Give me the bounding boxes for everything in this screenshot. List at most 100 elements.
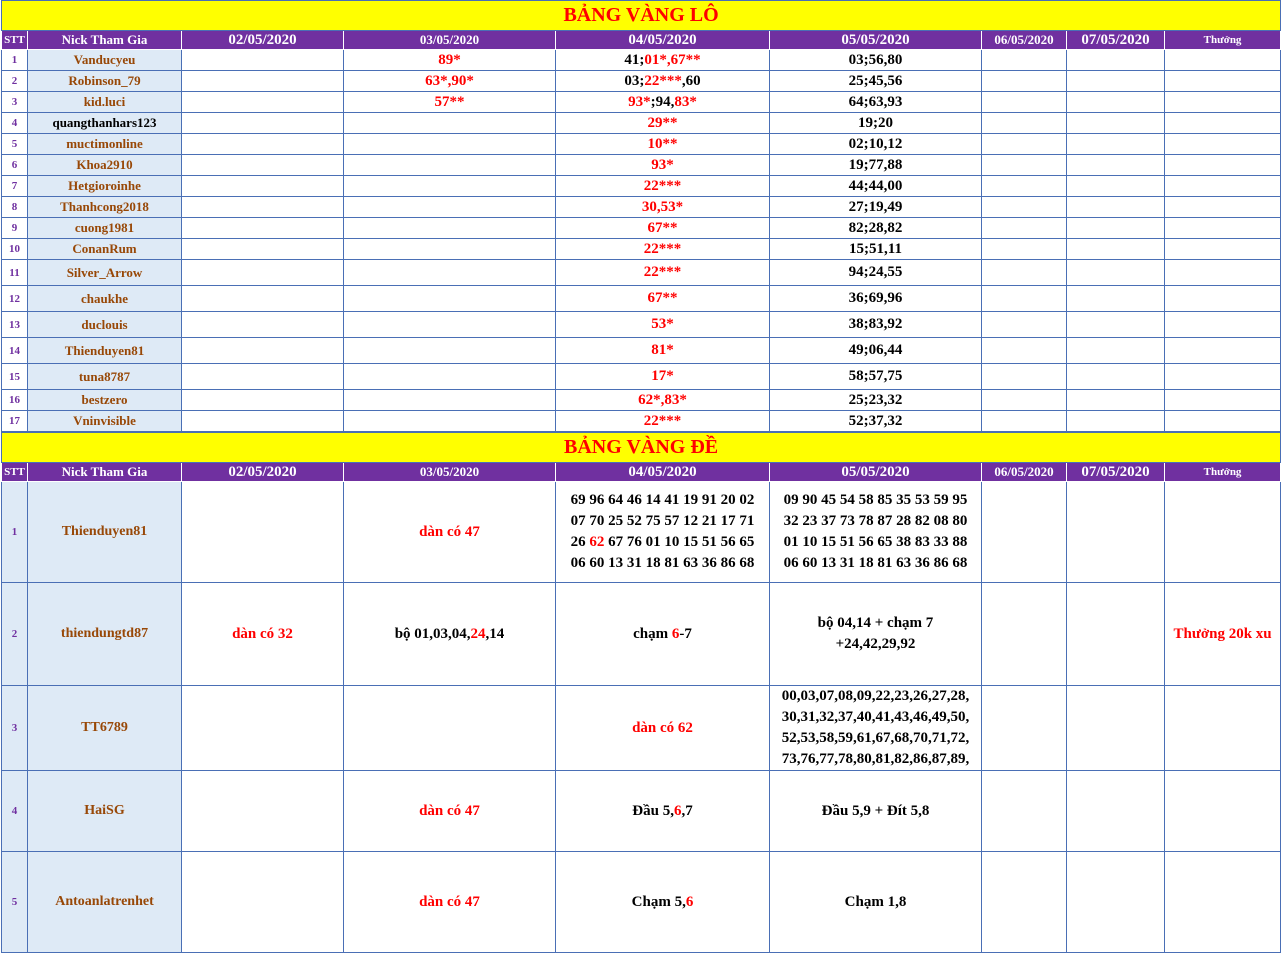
cell-0705 <box>1066 91 1165 113</box>
cell-text: 19;20 <box>858 114 893 131</box>
cell-0305 <box>343 311 556 338</box>
header-thuong: Thưởng <box>1163 30 1281 50</box>
table-row: 4 quangthanhars123 29** 19;20 <box>1 112 1281 134</box>
cell-0305 <box>343 112 556 134</box>
cell-text: 09 90 45 54 58 85 35 53 59 95 <box>783 492 968 508</box>
row-stt: 5 <box>1 133 28 155</box>
cell-text: 06 60 13 31 18 81 63 36 86 68 <box>570 555 755 571</box>
cell-text: 06 60 13 31 18 81 63 36 86 68 <box>783 555 968 571</box>
cell-0205 <box>181 154 344 176</box>
header-date: 04/05/2020 <box>555 30 770 50</box>
cell-0605 <box>981 389 1067 411</box>
cell-0305: dàn có 47 <box>343 851 556 953</box>
table-row: 17 Vninvisible 22*** 52;37,32 <box>1 410 1281 432</box>
cell-0305 <box>343 154 556 176</box>
cell-text: dàn có 32 <box>232 625 293 642</box>
cell-text: 69 96 64 46 14 41 19 91 20 02 <box>570 492 755 508</box>
header-date: 02/05/2020 <box>181 462 344 482</box>
cell-text: 24 <box>470 625 486 642</box>
cell-text: 30,31,32,37,40,41,43,46,49,50, <box>781 709 970 725</box>
cell-thuong <box>1163 259 1281 286</box>
cell-text: dàn có 47 <box>419 523 480 540</box>
cell-0405: 67** <box>555 217 770 239</box>
cell-thuong <box>1163 196 1281 218</box>
row-nick: Khoa2910 <box>27 154 182 176</box>
cell-text: bộ 01,03,04, <box>394 625 471 642</box>
cell-0305 <box>343 410 556 432</box>
cell-thuong <box>1163 154 1281 176</box>
cell-text: 67 76 01 10 15 51 56 65 <box>604 534 755 550</box>
cell-text: 22*** <box>643 412 682 429</box>
cell-0205 <box>181 259 344 286</box>
cell-0605 <box>981 133 1067 155</box>
cell-0605 <box>981 582 1067 686</box>
cell-0305 <box>343 389 556 411</box>
cell-0405: 22*** <box>555 175 770 197</box>
cell-0205 <box>181 112 344 134</box>
lo-table: BẢNG VÀNG LÔ STT Nick Tham Gia 02/05/202… <box>0 0 1281 432</box>
cell-0305: 57** <box>343 91 556 113</box>
cell-thuong <box>1163 481 1281 583</box>
cell-thuong <box>1163 175 1281 197</box>
cell-0205 <box>181 175 344 197</box>
cell-0305 <box>343 238 556 260</box>
cell-0205 <box>181 238 344 260</box>
cell-0205 <box>181 70 344 92</box>
header-date: 02/05/2020 <box>181 30 344 50</box>
cell-text: 52,53,58,59,61,67,68,70,71,72, <box>781 730 970 746</box>
cell-text: 44;44,00 <box>848 177 903 194</box>
cell-0405: 93*;94,83* <box>555 91 770 113</box>
cell-thuong <box>1163 389 1281 411</box>
cell-0505: 00,03,07,08,09,22,23,26,27,28, 30,31,32,3… <box>769 685 982 771</box>
cell-0705 <box>1066 238 1165 260</box>
cell-0505: 58;57,75 <box>769 363 982 390</box>
cell-0405: 93* <box>555 154 770 176</box>
cell-text: 64;63,93 <box>848 93 903 110</box>
cell-0605 <box>981 112 1067 134</box>
cell-0405: 41;01*,67** <box>555 49 770 71</box>
cell-text: dàn có 47 <box>419 893 480 910</box>
cell-0405: 17* <box>555 363 770 390</box>
row-nick: muctimonline <box>27 133 182 155</box>
row-stt: 11 <box>1 259 28 286</box>
cell-text: 89* <box>438 51 461 68</box>
cell-0705 <box>1066 410 1165 432</box>
row-nick: Hetgioroinhe <box>27 175 182 197</box>
cell-thuong <box>1163 770 1281 852</box>
cell-0405: chạm 6-7 <box>555 582 770 686</box>
cell-text: bộ 04,14 + chạm 7 <box>817 615 934 631</box>
reward-text: Thưởng 20k xu <box>1173 625 1272 642</box>
cell-text: dàn có 62 <box>632 719 693 736</box>
cell-0605 <box>981 217 1067 239</box>
cell-0205 <box>181 410 344 432</box>
cell-text: ,14 <box>485 625 505 642</box>
cell-0705 <box>1066 285 1165 312</box>
cell-text: 62 <box>589 534 605 550</box>
cell-text: 81* <box>651 342 674 358</box>
cell-0505: 64;63,93 <box>769 91 982 113</box>
cell-text: 58;57,75 <box>848 368 903 384</box>
cell-0205 <box>181 196 344 218</box>
cell-0605 <box>981 196 1067 218</box>
cell-0205 <box>181 685 344 771</box>
header-date: 07/05/2020 <box>1066 462 1165 482</box>
header-date: 04/05/2020 <box>555 462 770 482</box>
cell-0405: 03;22***,60 <box>555 70 770 92</box>
cell-0405: 22*** <box>555 238 770 260</box>
cell-0305 <box>343 133 556 155</box>
cell-text: 26 <box>570 534 590 550</box>
header-date: 03/05/2020 <box>343 462 556 482</box>
cell-thuong <box>1163 285 1281 312</box>
row-stt: 14 <box>1 337 28 364</box>
table-row: 10 ConanRum 22*** 15;51,11 <box>1 238 1281 260</box>
row-stt: 5 <box>1 851 28 953</box>
table-row: 15 tuna8787 17* 58;57,75 <box>1 363 1281 390</box>
row-nick: cuong1981 <box>27 217 182 239</box>
header-date: 05/05/2020 <box>769 462 982 482</box>
row-nick: tuna8787 <box>27 363 182 390</box>
row-stt: 9 <box>1 217 28 239</box>
row-stt: 8 <box>1 196 28 218</box>
table-row: 7 Hetgioroinhe 22*** 44;44,00 <box>1 175 1281 197</box>
cell-text: Đầu 5,9 + Đít 5,8 <box>821 802 930 819</box>
cell-0505: 27;19,49 <box>769 196 982 218</box>
